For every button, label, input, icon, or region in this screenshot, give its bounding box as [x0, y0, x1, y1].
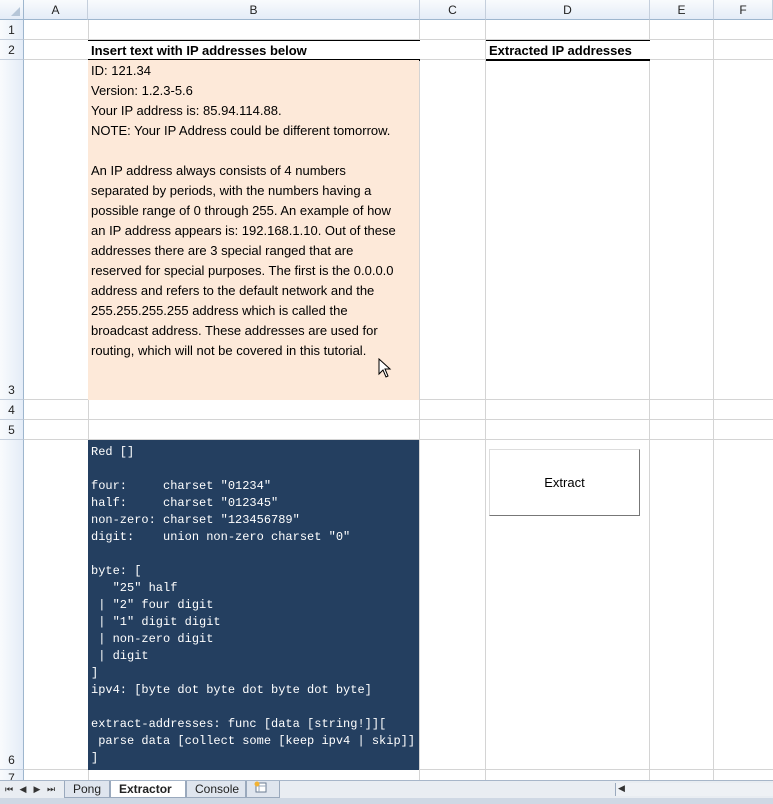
text-line: addresses there are 3 special ranged tha…: [91, 243, 354, 258]
code-line: ]: [91, 751, 99, 765]
code-line: non-zero: charset "123456789": [91, 513, 300, 527]
output-title-cell[interactable]: Extracted IP addresses: [486, 40, 650, 61]
text-line: 255.255.255.255 address which is called …: [91, 303, 348, 318]
text-line: [91, 141, 416, 161]
column-header-b[interactable]: B: [88, 0, 420, 20]
gridline: [713, 20, 714, 780]
gridline: [24, 419, 773, 420]
input-text-cell[interactable]: ID: 121.34 Version: 1.2.3-5.6 Your IP ad…: [88, 60, 419, 400]
gridline: [649, 20, 650, 780]
extract-button[interactable]: Extract: [489, 449, 640, 516]
input-title-cell[interactable]: Insert text with IP addresses below: [88, 40, 420, 61]
code-cell[interactable]: Red [] four: charset "01234" half: chars…: [88, 440, 419, 770]
row-number: 3: [8, 383, 15, 397]
code-line: | non-zero digit: [91, 632, 214, 646]
text-line: possible range of 0 through 255. An exam…: [91, 203, 391, 218]
row-header-6[interactable]: 6: [0, 440, 24, 770]
code-line: extract-addresses: func [data [string!]]…: [91, 717, 387, 731]
code-line: half: charset "012345": [91, 496, 279, 510]
text-line: Version: 1.2.3-5.6: [91, 83, 193, 98]
insert-sheet-icon: [254, 781, 267, 793]
gridline: [419, 20, 420, 780]
code-line: | "2" four digit: [91, 598, 214, 612]
code-line: | digit: [91, 649, 149, 663]
status-bar: [0, 798, 773, 804]
row-header-3[interactable]: 3: [0, 60, 24, 400]
row-number: 7: [8, 771, 15, 780]
row-header-2[interactable]: 2: [0, 40, 24, 60]
code-line: ]: [91, 666, 99, 680]
text-line: separated by periods, with the numbers h…: [91, 183, 372, 198]
text-line: Your IP address is: 85.94.114.88.: [91, 103, 282, 118]
row-header-4[interactable]: 4: [0, 400, 24, 420]
code-line: byte: [: [91, 564, 142, 578]
row-number: 2: [8, 43, 15, 57]
scroll-left-icon[interactable]: ◀: [618, 783, 625, 794]
code-line: "25" half: [91, 581, 178, 595]
column-header-e[interactable]: E: [650, 0, 714, 20]
code-line: | "1" digit digit: [91, 615, 221, 629]
horizontal-scrollbar[interactable]: ◀: [615, 783, 773, 796]
text-line: routing, which will not be covered in th…: [91, 343, 367, 358]
code-line: ipv4: [byte dot byte dot byte dot byte]: [91, 683, 372, 697]
last-sheet-icon[interactable]: ⏭: [46, 783, 56, 795]
next-sheet-icon[interactable]: ▶: [32, 783, 42, 795]
spreadsheet-grid[interactable]: A B C D E F 1 2 3 4 5 6 7 Insert text wi…: [0, 0, 773, 780]
text-line: An IP address always consists of 4 numbe…: [91, 163, 346, 178]
row-number: 6: [8, 753, 15, 767]
tab-pong[interactable]: Pong: [64, 781, 110, 798]
previous-sheet-icon[interactable]: ◀: [18, 783, 28, 795]
code-line: parse data [collect some [keep ipv4 | sk…: [91, 734, 416, 748]
tab-console[interactable]: Console: [186, 781, 246, 798]
mouse-cursor-icon: [378, 358, 392, 378]
column-header-c[interactable]: C: [420, 0, 486, 20]
column-header-d[interactable]: D: [486, 0, 650, 20]
column-header-f[interactable]: F: [714, 0, 773, 20]
text-line: NOTE: Your IP Address could be different…: [91, 123, 391, 138]
tab-extractor[interactable]: Extractor: [110, 781, 186, 798]
sheet-tab-bar: ⏮ ◀ ▶ ⏭ Pong Extractor Console ◀: [0, 780, 773, 798]
row-number: 5: [8, 423, 15, 437]
gridline: [485, 20, 486, 780]
first-sheet-icon[interactable]: ⏮: [4, 783, 14, 795]
row-header-1[interactable]: 1: [0, 20, 24, 40]
text-line: ID: 121.34: [91, 63, 151, 78]
row-header-7[interactable]: 7: [0, 770, 24, 780]
text-line: an IP address appears is: 192.168.1.10. …: [91, 223, 396, 238]
insert-sheet-button[interactable]: [246, 781, 280, 798]
text-line: broadcast address. These addresses are u…: [91, 323, 378, 338]
row-header-5[interactable]: 5: [0, 420, 24, 440]
code-line: digit: union non-zero charset "0": [91, 530, 351, 544]
column-header-a[interactable]: A: [24, 0, 88, 20]
row-number: 1: [8, 23, 15, 37]
select-all-corner[interactable]: [0, 0, 24, 20]
text-line: address and refers to the default networ…: [91, 283, 375, 298]
code-line: Red []: [91, 445, 135, 459]
row-number: 4: [8, 403, 15, 417]
text-line: reserved for special purposes. The first…: [91, 263, 394, 278]
code-line: four: charset "01234": [91, 479, 272, 493]
